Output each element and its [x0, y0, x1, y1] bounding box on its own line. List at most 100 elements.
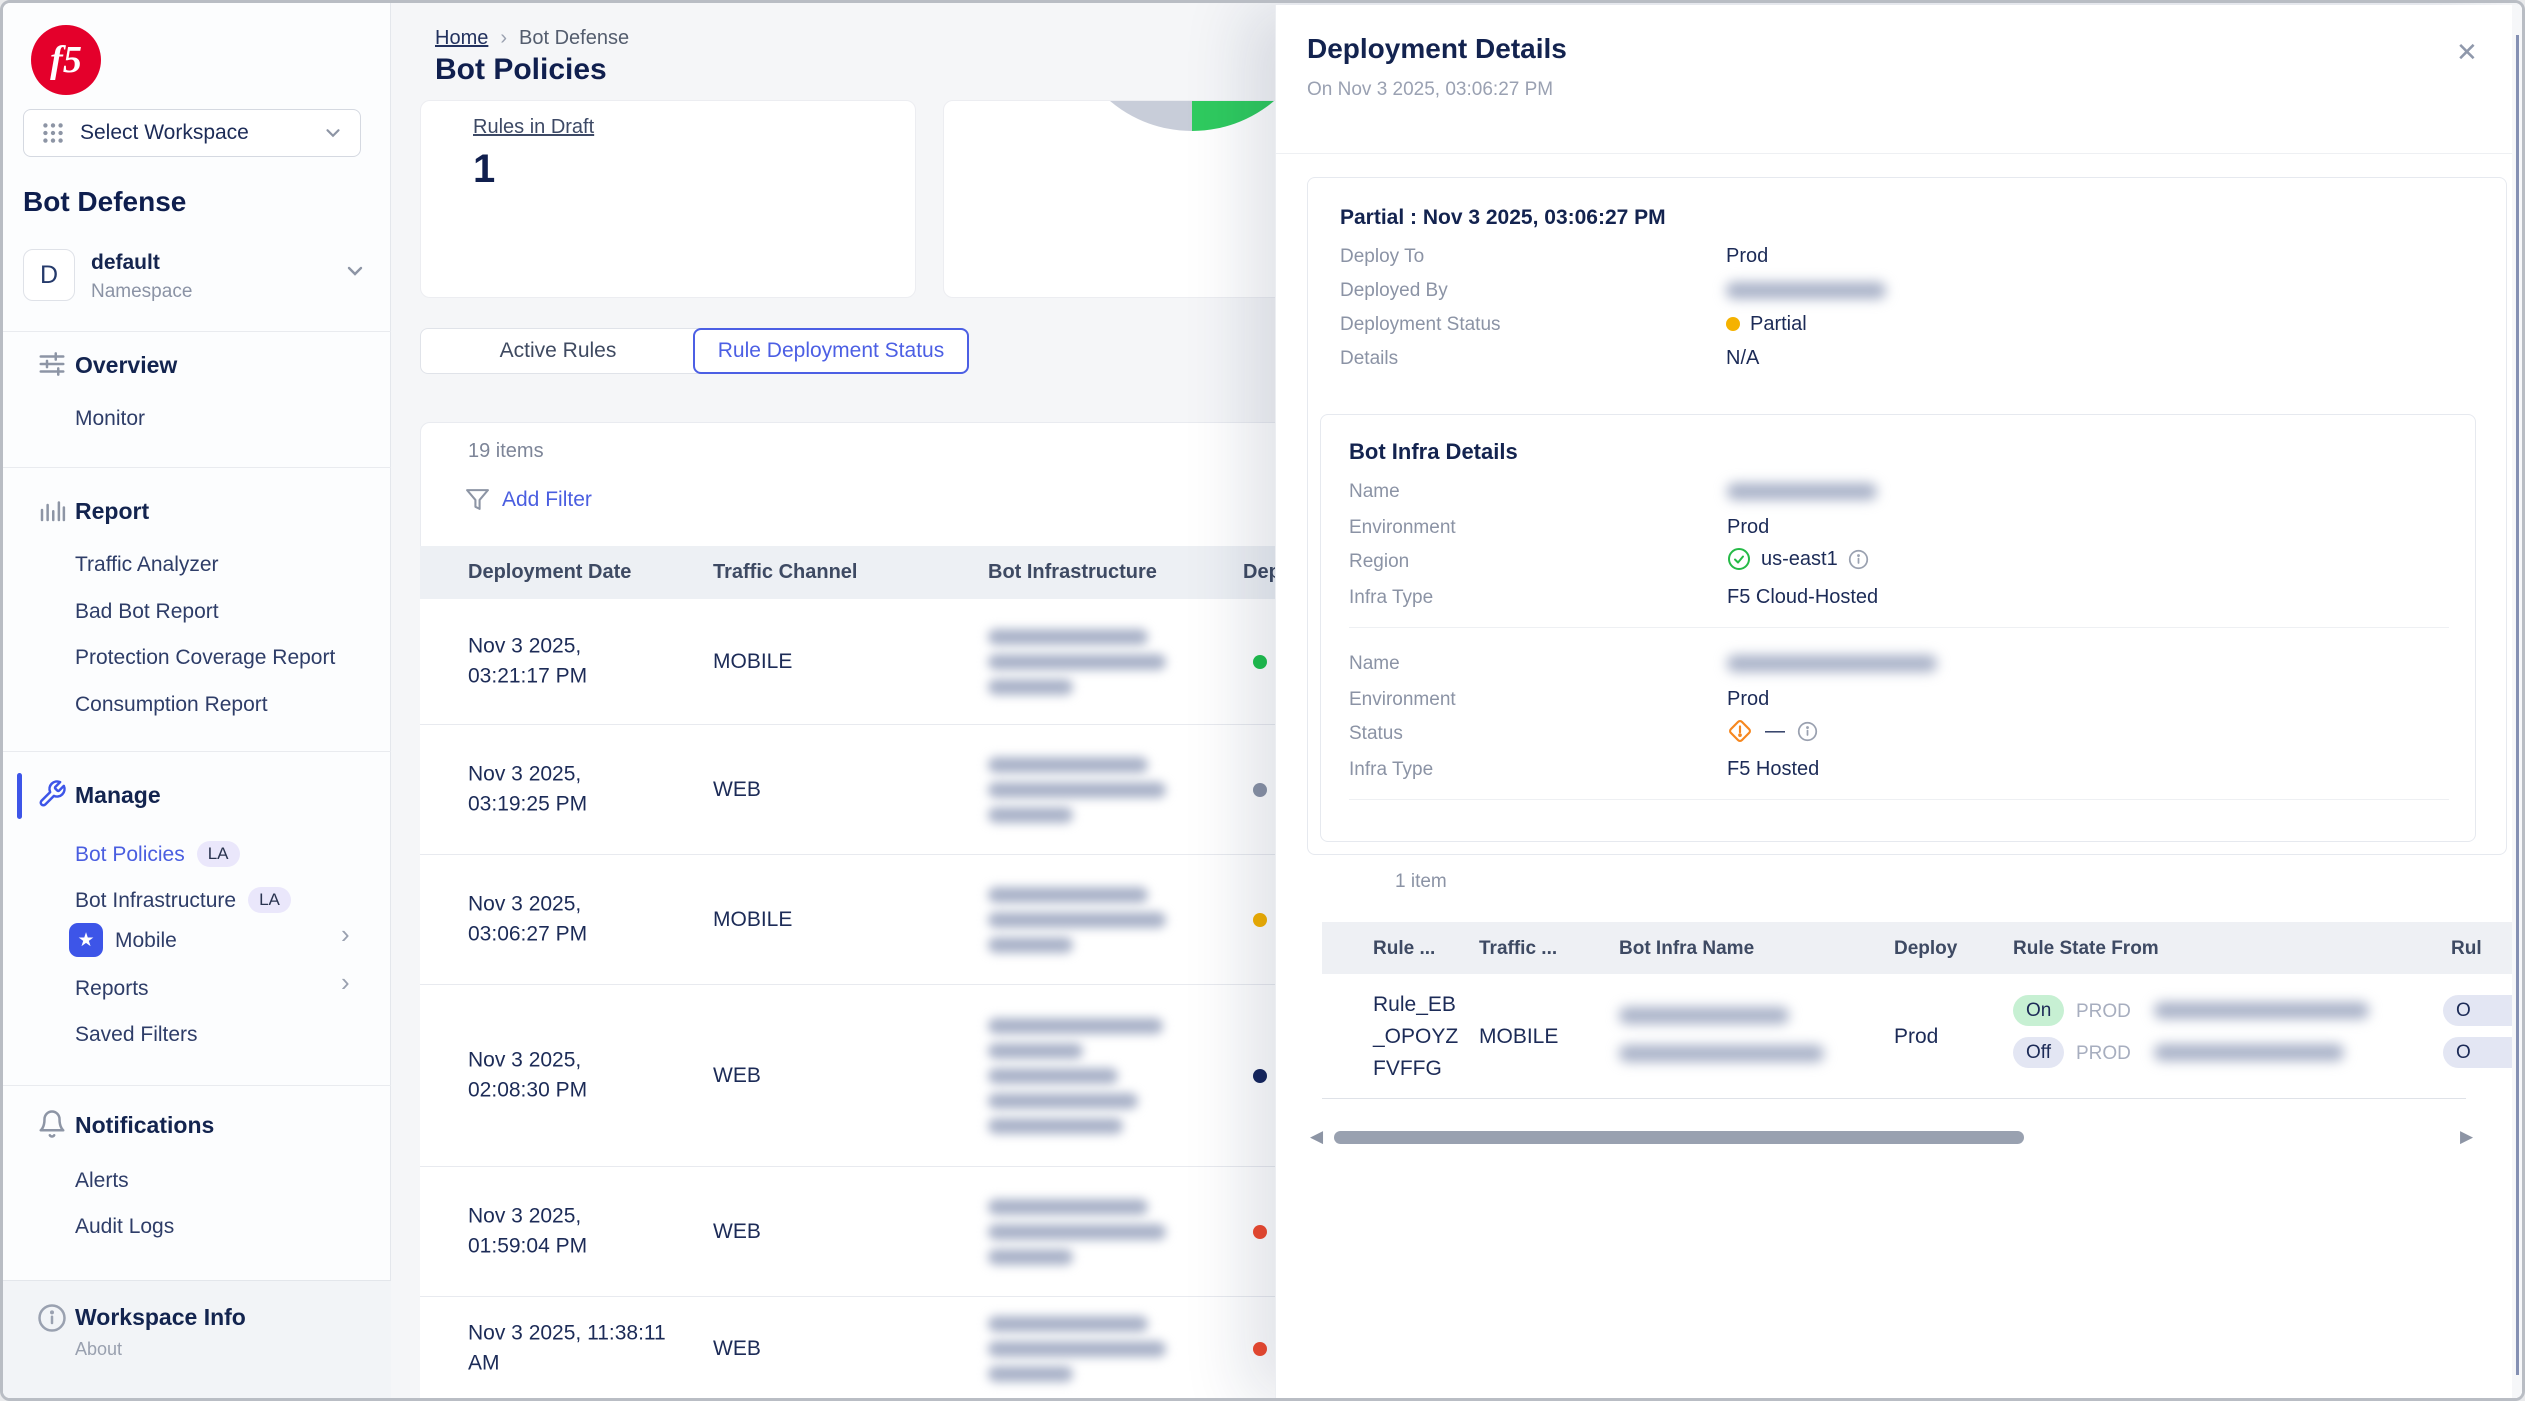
column-header-traffic-channel[interactable]: Traffic Channel — [713, 561, 857, 584]
funnel-icon — [465, 487, 490, 512]
status-value: — — [1727, 718, 1818, 744]
sidebar-item-saved-filters[interactable]: Saved Filters — [75, 1023, 198, 1047]
sidebar-item-monitor[interactable]: Monitor — [75, 407, 145, 431]
rules-in-draft-link[interactable]: Rules in Draft — [473, 116, 594, 139]
rule-name: FVFFG — [1373, 1057, 1442, 1081]
rule-state-to-pill-cut: O — [2443, 1037, 2512, 1068]
info-circle-icon[interactable] — [1848, 549, 1869, 570]
rule-state-env: PROD — [2076, 1043, 2131, 1065]
rule-state-on-pill: On — [2013, 995, 2064, 1026]
info-circle-icon[interactable] — [1797, 721, 1818, 742]
sidebar-item-audit-logs[interactable]: Audit Logs — [75, 1215, 174, 1239]
divider — [1322, 1098, 2466, 1099]
column-header-rule-state-from[interactable]: Rule State From — [2013, 938, 2159, 960]
tab-active-rules[interactable]: Active Rules — [421, 329, 695, 373]
f5-logo: f5 — [31, 25, 101, 95]
column-header-rule[interactable]: Rule ... — [1373, 938, 1435, 960]
sidebar-section-manage[interactable]: Manage — [75, 782, 161, 809]
close-icon[interactable]: ✕ — [2456, 37, 2478, 68]
sidebar-item-traffic-analyzer[interactable]: Traffic Analyzer — [75, 553, 219, 577]
sidebar-item-consumption-report[interactable]: Consumption Report — [75, 693, 268, 717]
namespace-chevron-down-icon[interactable] — [343, 259, 367, 283]
bot-infra-details-card: Bot Infra Details Name Environment Prod … — [1320, 414, 2476, 842]
deployment-status-dot — [1253, 1342, 1267, 1356]
breadcrumb-home-link[interactable]: Home — [435, 27, 488, 49]
deployment-summary-heading: Partial : Nov 3 2025, 03:06:27 PM — [1340, 206, 1666, 230]
sidebar-item-reports[interactable]: Reports — [75, 977, 149, 1001]
sidebar-item-about[interactable]: About — [75, 1339, 122, 1360]
sidebar-item-protection-coverage-report[interactable]: Protection Coverage Report — [75, 646, 335, 670]
status-label: Status — [1349, 723, 1403, 745]
name-label: Name — [1349, 653, 1400, 675]
deployment-status-dot — [1253, 913, 1267, 927]
infra-type-value: F5 Hosted — [1727, 758, 1819, 781]
column-header-bot-infrastructure[interactable]: Bot Infrastructure — [988, 561, 1157, 584]
wrench-icon — [37, 779, 67, 809]
deploy-value: Prod — [1894, 1025, 1938, 1049]
divider — [1349, 799, 2449, 800]
breadcrumb-current: Bot Defense — [519, 27, 629, 49]
scroll-right-icon[interactable]: ▶ — [2460, 1127, 2473, 1147]
bot-infra-name-redacted — [1619, 1007, 1789, 1024]
deployment-status-label: Deployment Status — [1340, 314, 1501, 336]
page-edge-line — [2516, 35, 2519, 1375]
breadcrumb-separator: › — [500, 27, 507, 49]
sidebar-item-bot-infrastructure[interactable]: Bot InfrastructureLA — [75, 887, 291, 913]
divider — [3, 467, 391, 468]
divider — [1276, 153, 2512, 154]
panel-subtitle: On Nov 3 2025, 03:06:27 PM — [1307, 79, 1553, 101]
page-title: Bot Policies — [435, 53, 607, 87]
traffic-channel: MOBILE — [713, 908, 792, 932]
rules-in-draft-value: 1 — [473, 147, 495, 192]
tab-rule-deployment-status[interactable]: Rule Deployment Status — [693, 328, 969, 374]
horizontal-scrollbar[interactable] — [1334, 1131, 2024, 1144]
traffic-channel: WEB — [713, 1220, 761, 1244]
deployment-date: Nov 3 2025, 03:21:17 PM — [468, 631, 668, 692]
deployment-summary-card: Partial : Nov 3 2025, 03:06:27 PM Deploy… — [1307, 177, 2507, 855]
sidebar-item-mobile[interactable]: Mobile — [115, 929, 177, 953]
traffic-channel: MOBILE — [1479, 1025, 1558, 1049]
sidebar-section-overview[interactable]: Overview — [75, 352, 177, 379]
view-tabs: Active Rules Rule Deployment Status — [420, 328, 969, 374]
sidebar-item-alerts[interactable]: Alerts — [75, 1169, 129, 1193]
column-header-rule-state-to[interactable]: Rul — [2451, 938, 2482, 960]
scroll-left-icon[interactable]: ◀ — [1310, 1127, 1323, 1147]
deploy-to-value: Prod — [1726, 245, 1768, 268]
add-filter-button[interactable]: Add Filter — [465, 487, 592, 512]
mobile-star-icon: ★ — [69, 923, 103, 957]
chevron-right-icon[interactable]: › — [341, 967, 350, 998]
breadcrumb: Home › Bot Defense — [435, 27, 629, 50]
column-header-deployment-date[interactable]: Deployment Date — [468, 561, 631, 584]
chevron-down-icon — [322, 122, 344, 144]
namespace-type-label: Namespace — [91, 281, 192, 303]
deployed-by-label: Deployed By — [1340, 280, 1448, 302]
rule-state-to-pill-cut: O — [2443, 995, 2512, 1026]
workspace-info-section: Workspace Info About — [3, 1280, 391, 1398]
partial-status-dot — [1726, 317, 1740, 331]
column-header-bot-infra-name[interactable]: Bot Infra Name — [1619, 938, 1754, 960]
name-label: Name — [1349, 481, 1400, 503]
sidebar-section-notifications[interactable]: Notifications — [75, 1112, 214, 1139]
namespace-name: default — [91, 251, 160, 275]
details-label: Details — [1340, 348, 1398, 370]
sidebar-section-report[interactable]: Report — [75, 498, 149, 525]
deployment-status-dot — [1253, 1225, 1267, 1239]
rule-state-off-pill: Off — [2013, 1037, 2064, 1068]
environment-label: Environment — [1349, 689, 1456, 711]
environment-label: Environment — [1349, 517, 1456, 539]
deployment-status-value: Partial — [1726, 313, 1807, 336]
warning-diamond-icon — [1727, 718, 1753, 744]
bar-chart-icon — [37, 495, 67, 525]
workspace-selector[interactable]: Select Workspace — [23, 109, 361, 157]
chevron-right-icon[interactable]: › — [341, 919, 350, 950]
grid-icon — [40, 120, 66, 146]
sidebar-section-workspace-info[interactable]: Workspace Info — [75, 1304, 246, 1331]
sidebar-item-bot-policies[interactable]: Bot PoliciesLA — [75, 841, 240, 867]
panel-items-count: 1 item — [1395, 871, 1447, 893]
divider — [3, 331, 391, 332]
region-label: Region — [1349, 551, 1409, 573]
column-header-deploy[interactable]: Deploy — [1894, 938, 1957, 960]
bot-infrastructure-redacted — [988, 878, 1188, 962]
column-header-traffic[interactable]: Traffic ... — [1479, 938, 1557, 960]
sidebar-item-bad-bot-report[interactable]: Bad Bot Report — [75, 600, 219, 624]
